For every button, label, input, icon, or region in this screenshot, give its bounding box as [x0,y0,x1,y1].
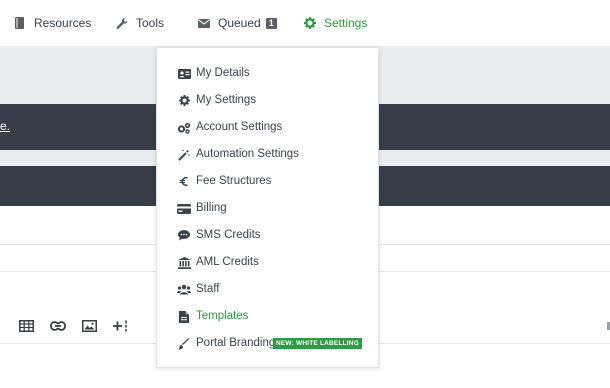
notice-banner-text[interactable]: e. [0,119,10,133]
users-icon [177,283,191,296]
menu-item-label: Portal Branding [196,337,276,349]
nav-settings-label: Settings [324,16,368,30]
menu-item-portal-branding[interactable]: Portal Branding NEW: WHITE LABELLING [157,330,378,357]
menu-item-aml-credits[interactable]: AML Credits [157,249,378,276]
menu-item-staff[interactable]: Staff [157,276,378,303]
nav-resources-label: Resources [34,16,92,30]
image-icon[interactable] [80,317,98,335]
new-feature-badge: NEW: WHITE LABELLING [273,338,362,349]
top-nav: Resources Tools Queued 1 Settings [0,0,610,46]
menu-item-automation-settings[interactable]: Automation Settings [157,141,378,168]
wrench-icon [116,17,128,29]
menu-item-label: Account Settings [196,121,283,133]
gears-icon [177,121,191,134]
table-icon[interactable] [17,317,35,335]
id-card-icon [177,67,191,80]
gear-icon [177,94,191,107]
credit-card-icon [177,202,191,215]
link-icon[interactable] [49,317,67,335]
nav-settings[interactable]: Settings [304,0,367,46]
euro-icon [177,175,191,188]
bank-icon [177,256,191,269]
nav-queued[interactable]: Queued 1 [198,0,277,46]
menu-item-sms-credits[interactable]: SMS Credits [157,222,378,249]
menu-item-label: Staff [196,283,220,295]
menu-item-label: Templates [196,310,249,322]
menu-item-label: SMS Credits [196,229,261,241]
nav-resources[interactable]: Resources [14,0,91,46]
settings-dropdown: My Details My Settings Account Settings … [156,47,379,368]
menu-item-my-details[interactable]: My Details [157,60,378,87]
envelope-icon [198,17,210,29]
menu-item-label: My Settings [196,94,257,106]
comment-icon [177,229,191,242]
file-icon [177,310,191,323]
menu-item-billing[interactable]: Billing [157,195,378,222]
paint-brush-icon [177,337,191,350]
gear-icon [304,17,316,29]
queued-count-badge: 1 [265,17,277,29]
magic-wand-icon [177,148,191,161]
menu-item-label: Billing [196,202,227,214]
nav-tools[interactable]: Tools [116,0,164,46]
menu-item-label: Fee Structures [196,175,272,187]
nav-tools-label: Tools [136,16,165,30]
menu-item-label: My Details [196,67,250,79]
menu-item-account-settings[interactable]: Account Settings [157,114,378,141]
insert-icon[interactable] [112,317,130,335]
nav-queued-label: Queued [218,16,261,30]
menu-item-label: AML Credits [196,256,259,268]
menu-item-fee-structures[interactable]: Fee Structures [157,168,378,195]
menu-item-label: Automation Settings [196,148,299,160]
book-icon [14,17,26,29]
menu-item-templates[interactable]: Templates [157,303,378,330]
menu-item-my-settings[interactable]: My Settings [157,87,378,114]
